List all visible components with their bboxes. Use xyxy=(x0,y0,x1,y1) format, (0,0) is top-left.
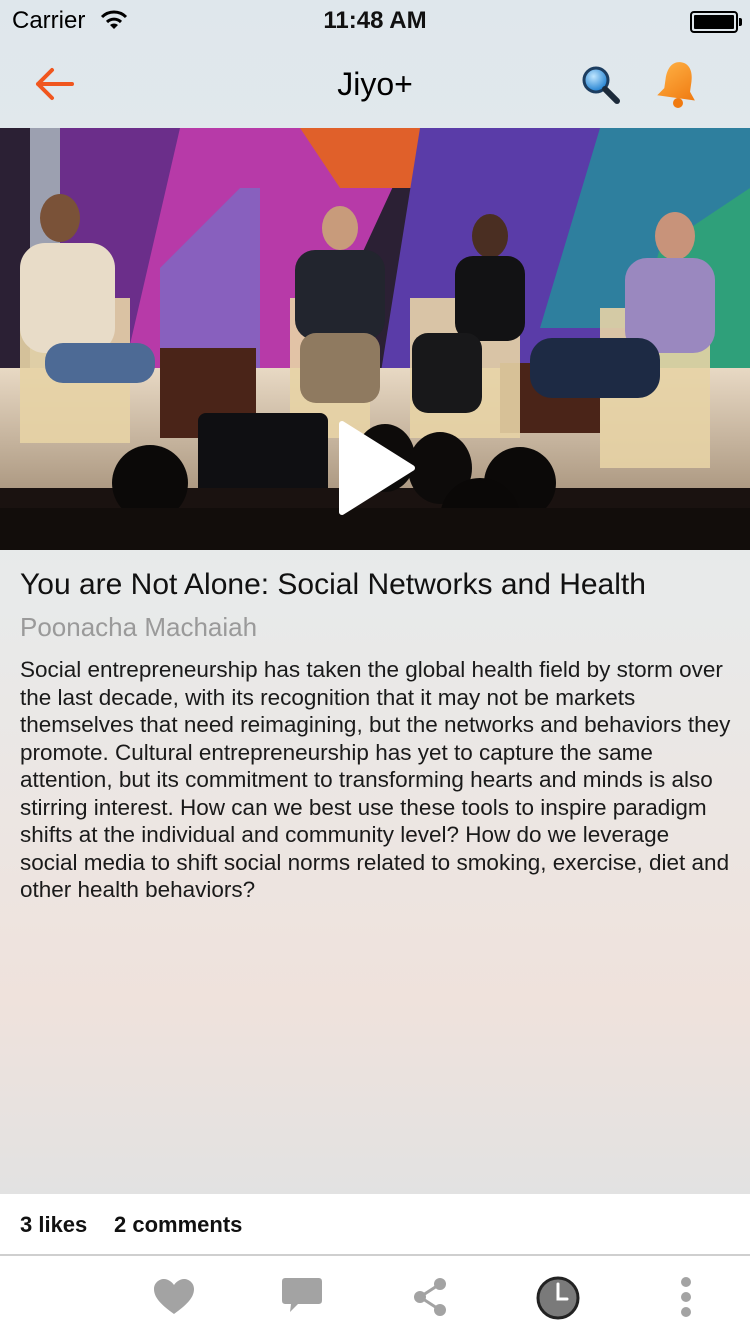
engagement-stats: 3 likes 2 comments xyxy=(0,1194,750,1256)
status-time: 11:48 AM xyxy=(323,7,427,34)
comment-icon xyxy=(282,1278,322,1312)
page-title: Jiyo+ xyxy=(337,66,413,102)
heart-icon xyxy=(154,1279,194,1314)
article-author[interactable]: Poonacha Machaiah xyxy=(20,612,257,643)
navigation-bar: Jiyo+ xyxy=(0,40,750,128)
notifications-button[interactable] xyxy=(654,58,702,110)
more-icon xyxy=(681,1277,691,1317)
comments-count[interactable]: 2 comments xyxy=(114,1212,242,1238)
more-button[interactable] xyxy=(662,1274,710,1320)
share-button[interactable] xyxy=(406,1274,454,1320)
battery-icon xyxy=(690,11,742,33)
back-arrow-icon xyxy=(36,68,74,100)
search-icon xyxy=(582,66,620,104)
likes-count[interactable]: 3 likes xyxy=(20,1212,87,1238)
like-button[interactable] xyxy=(150,1274,198,1320)
clock-icon xyxy=(536,1276,580,1320)
video-player[interactable] xyxy=(0,128,750,550)
bell-icon xyxy=(657,62,695,108)
back-button[interactable] xyxy=(30,60,78,108)
share-icon xyxy=(414,1278,446,1316)
action-toolbar xyxy=(0,1256,750,1334)
search-button[interactable] xyxy=(578,62,622,106)
comment-button[interactable] xyxy=(278,1274,326,1320)
article-title: You are Not Alone: Social Networks and H… xyxy=(20,568,646,601)
article-description: Social entrepreneurship has taken the gl… xyxy=(20,657,731,902)
history-button[interactable] xyxy=(534,1274,582,1320)
status-bar: Carrier 11:48 AM xyxy=(0,0,750,40)
play-icon[interactable] xyxy=(322,418,422,518)
